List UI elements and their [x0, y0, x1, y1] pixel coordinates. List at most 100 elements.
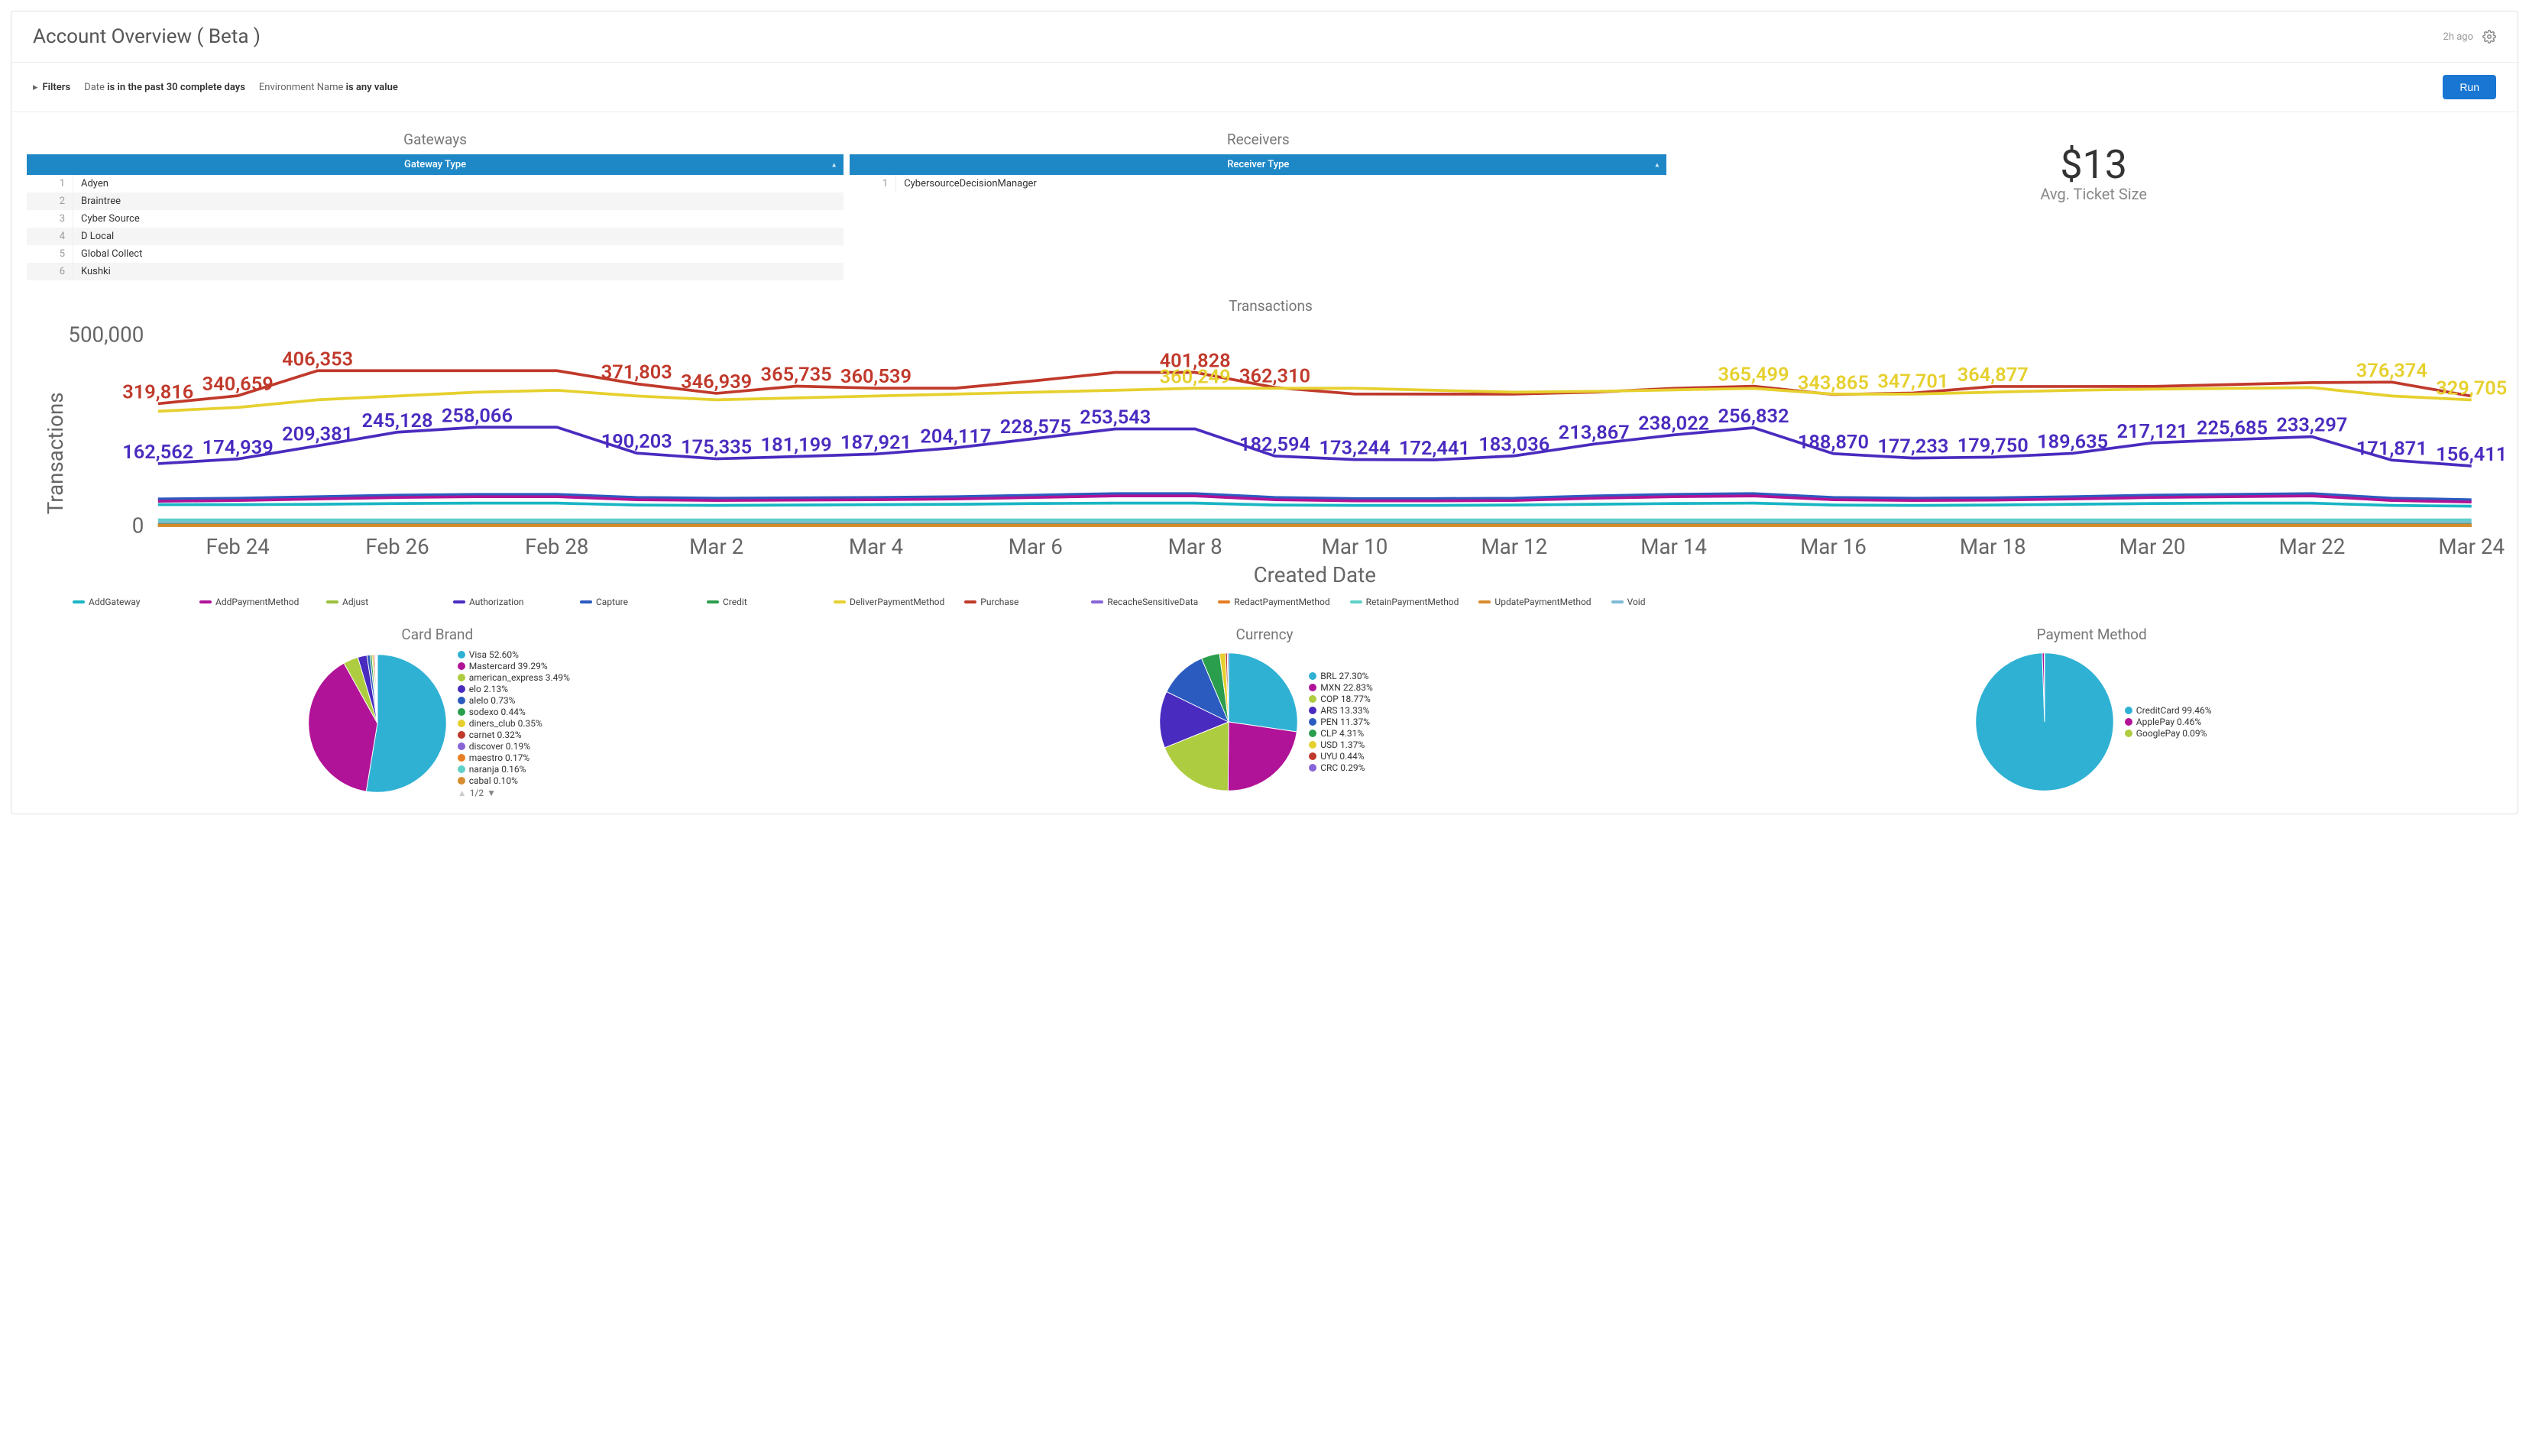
legend-item[interactable]: carnet 0.32% — [458, 730, 570, 740]
legend-item[interactable]: diners_club 0.35% — [458, 718, 570, 729]
legend-label: UYU 0.44% — [1320, 751, 1364, 762]
svg-text:343,865: 343,865 — [1798, 372, 1869, 395]
legend-label: maestro 0.17% — [469, 752, 530, 763]
legend-swatch — [964, 600, 976, 603]
svg-text:Transactions: Transactions — [43, 392, 68, 514]
svg-text:187,921: 187,921 — [840, 431, 912, 454]
legend-item[interactable]: RetainPaymentMethod — [1350, 597, 1459, 607]
row-index: 2 — [27, 193, 73, 210]
table-row[interactable]: 3Cyber Source — [27, 210, 844, 228]
legend-item[interactable]: Void — [1611, 597, 1718, 607]
currency-pie-chart[interactable] — [1156, 649, 1301, 794]
legend-item[interactable]: DeliverPaymentMethod — [834, 597, 944, 607]
legend-dot — [458, 697, 465, 704]
svg-text:Mar 24: Mar 24 — [2438, 534, 2505, 559]
svg-text:258,066: 258,066 — [442, 404, 513, 427]
transactions-line-chart[interactable]: 0500,000TransactionsFeb 24Feb 26Feb 28Ma… — [34, 321, 2507, 586]
svg-text:360,539: 360,539 — [840, 365, 912, 388]
legend-item[interactable]: USD 1.37% — [1309, 739, 1373, 750]
svg-text:362,310: 362,310 — [1239, 364, 1310, 387]
divider — [11, 62, 2518, 63]
table-row[interactable]: 5Global Collect — [27, 245, 844, 263]
legend-item[interactable]: UYU 0.44% — [1309, 751, 1373, 762]
table-row[interactable]: 1CybersourceDecisionManager — [850, 175, 1666, 193]
svg-text:173,244: 173,244 — [1319, 437, 1390, 460]
legend-item[interactable]: ARS 13.33% — [1309, 705, 1373, 716]
legend-item[interactable]: AddPaymentMethod — [199, 597, 306, 607]
table-row[interactable]: 1Adyen — [27, 175, 844, 193]
legend-label: Adjust — [342, 597, 368, 607]
page-header: Account Overview ( Beta ) 2h ago — [11, 11, 2518, 54]
legend-item[interactable]: UpdatePaymentMethod — [1478, 597, 1591, 607]
legend-label: Visa 52.60% — [469, 649, 519, 660]
legend-item[interactable]: Mastercard 39.29% — [458, 661, 570, 671]
legend-dot — [458, 674, 465, 681]
card-brand-pie-chart[interactable] — [305, 651, 450, 796]
legend-item[interactable]: elo 2.13% — [458, 684, 570, 694]
svg-text:174,939: 174,939 — [202, 436, 274, 459]
legend-item[interactable]: Visa 52.60% — [458, 649, 570, 660]
legend-item[interactable]: COP 18.77% — [1309, 694, 1373, 704]
legend-item[interactable]: BRL 27.30% — [1309, 671, 1373, 681]
legend-label: sodexo 0.44% — [469, 707, 526, 717]
receivers-column-header[interactable]: Receiver Type▴ — [850, 154, 1666, 175]
legend-item[interactable]: CreditCard 99.46% — [2125, 705, 2212, 716]
svg-text:179,750: 179,750 — [1957, 434, 2029, 457]
run-button[interactable]: Run — [2443, 75, 2496, 99]
legend-label: alelo 0.73% — [469, 695, 516, 706]
legend-item[interactable]: alelo 0.73% — [458, 695, 570, 706]
gateways-column-header[interactable]: Gateway Type▴ — [27, 154, 844, 175]
legend-item[interactable]: Credit — [707, 597, 814, 607]
svg-text:182,594: 182,594 — [1239, 433, 1310, 456]
legend-item[interactable]: maestro 0.17% — [458, 752, 570, 763]
table-row[interactable]: 2Braintree — [27, 193, 844, 210]
receivers-title: Receivers — [850, 120, 1666, 154]
legend-swatch — [834, 600, 846, 603]
row-index: 4 — [27, 228, 73, 245]
payment-method-title: Payment Method — [1681, 615, 2502, 649]
svg-text:189,635: 189,635 — [2037, 431, 2108, 454]
svg-text:Mar 10: Mar 10 — [1322, 534, 1388, 559]
card-brand-pager[interactable]: ▲1/2▼ — [458, 788, 570, 798]
table-row[interactable]: 4D Local — [27, 228, 844, 245]
legend-dot — [1309, 707, 1316, 714]
legend-label: elo 2.13% — [469, 684, 508, 694]
legend-item[interactable]: RedactPaymentMethod — [1218, 597, 1329, 607]
svg-text:256,832: 256,832 — [1718, 405, 1789, 428]
legend-item[interactable]: GooglePay 0.09% — [2125, 728, 2212, 739]
legend-item[interactable]: american_express 3.49% — [458, 672, 570, 683]
payment-method-pie-chart[interactable] — [1972, 649, 2117, 794]
filter-date[interactable]: Date is in the past 30 complete days — [84, 82, 245, 93]
chevron-right-icon[interactable]: ▸ — [33, 82, 38, 93]
legend-item[interactable]: MXN 22.83% — [1309, 682, 1373, 693]
currency-panel: Currency BRL 27.30%MXN 22.83%COP 18.77%A… — [854, 615, 1676, 798]
svg-text:Mar 16: Mar 16 — [1800, 534, 1867, 559]
legend-item[interactable]: Adjust — [326, 597, 433, 607]
legend-item[interactable]: CRC 0.29% — [1309, 762, 1373, 773]
svg-text:209,381: 209,381 — [282, 423, 353, 446]
legend-item[interactable]: cabal 0.10% — [458, 775, 570, 786]
filters-label[interactable]: Filters — [43, 82, 71, 93]
legend-item[interactable]: AddGateway — [73, 597, 180, 607]
legend-item[interactable]: naranja 0.16% — [458, 764, 570, 775]
gear-icon[interactable] — [2482, 30, 2496, 44]
legend-item[interactable]: PEN 11.37% — [1309, 717, 1373, 727]
row-index: 3 — [27, 210, 73, 228]
legend-label: discover 0.19% — [469, 741, 530, 752]
legend-item[interactable]: Capture — [580, 597, 687, 607]
legend-item[interactable]: ApplePay 0.46% — [2125, 717, 2212, 727]
svg-text:190,203: 190,203 — [601, 430, 672, 453]
legend-item[interactable]: RecacheSensitiveData — [1091, 597, 1198, 607]
legend-item[interactable]: discover 0.19% — [458, 741, 570, 752]
table-row[interactable]: 6Kushki — [27, 263, 844, 280]
legend-item[interactable]: Authorization — [453, 597, 560, 607]
svg-text:217,121: 217,121 — [2117, 420, 2188, 443]
legend-item[interactable]: sodexo 0.44% — [458, 707, 570, 717]
filter-environment[interactable]: Environment Name is any value — [259, 82, 398, 93]
legend-label: CreditCard 99.46% — [2136, 705, 2212, 716]
pager-prev-icon[interactable]: ▲ — [458, 788, 467, 798]
legend-item[interactable]: CLP 4.31% — [1309, 728, 1373, 739]
pager-next-icon[interactable]: ▼ — [487, 788, 496, 798]
legend-item[interactable]: Purchase — [964, 597, 1071, 607]
legend-dot — [1309, 684, 1316, 691]
